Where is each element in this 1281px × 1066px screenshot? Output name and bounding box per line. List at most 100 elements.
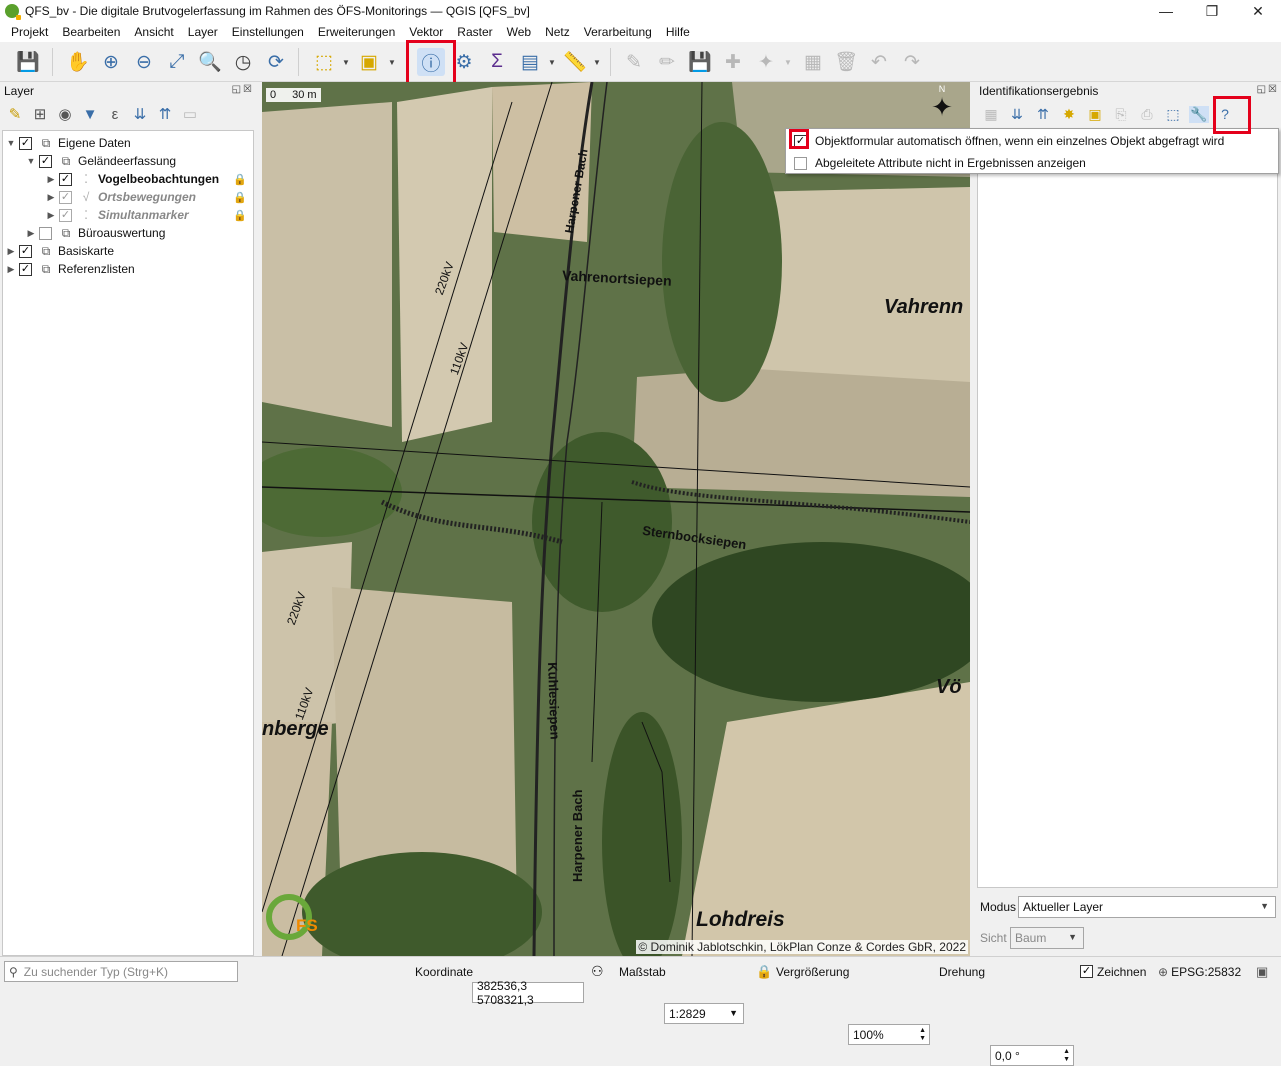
menu-item-hide-derived[interactable]: Abgeleitete Attribute nicht in Ergebniss… — [794, 153, 1086, 173]
layer-checkbox[interactable]: ✓ — [39, 154, 52, 168]
help-icon[interactable]: ? — [1215, 106, 1235, 122]
menu-netz[interactable]: Netz — [538, 25, 577, 39]
mode-select[interactable]: Aktueller Layer ▼ — [1018, 896, 1276, 918]
add-group-icon[interactable]: ⊞ — [31, 105, 49, 123]
layer-checkbox[interactable]: ✓ — [19, 262, 32, 276]
temporal-icon[interactable]: ◷ — [229, 48, 257, 76]
menu-web[interactable]: Web — [500, 25, 538, 39]
menu-ansicht[interactable]: Ansicht — [127, 25, 180, 39]
chevron-down-icon[interactable]: ▼ — [388, 58, 396, 67]
render-toggle[interactable]: ✓ Zeichnen — [1080, 961, 1146, 982]
layer-row-simultanmarker[interactable]: ▶ ✓ ⁚ Simultanmarker 🔒 — [45, 206, 253, 224]
zoom-full-icon[interactable]: ⤢ — [163, 48, 191, 76]
menu-item-auto-open-form[interactable]: ✓ Objektformular automatisch öffnen, wen… — [794, 131, 1224, 151]
coordinate-field[interactable]: 382536,3 5708321,3 — [472, 979, 584, 1007]
minimize-button[interactable]: — — [1143, 0, 1189, 22]
layer-row-referenzlisten[interactable]: ▶ ✓ ⧉ Referenzlisten — [5, 260, 135, 278]
scale-combobox[interactable]: 1:2829 ▼ — [664, 1003, 744, 1024]
spinner-arrows-icon[interactable]: ▲ ▼ — [1063, 1048, 1070, 1064]
layer-checkbox[interactable]: ✓ — [59, 190, 72, 204]
expand-arrow-icon[interactable]: ▶ — [5, 246, 17, 257]
expand-arrow-icon[interactable]: ▼ — [25, 156, 37, 166]
select-features-icon[interactable]: ⬚ — [310, 48, 338, 76]
panel-float-close-icon[interactable]: ◱☒ — [1257, 84, 1279, 95]
clear-results-icon[interactable]: ▣ — [1085, 106, 1105, 123]
modify-attributes-icon[interactable]: ▦ — [799, 48, 827, 76]
menu-projekt[interactable]: Projekt — [4, 25, 55, 39]
panel-float-close-icon[interactable]: ◱☒ — [232, 84, 254, 95]
print-icon[interactable]: ⎙ — [1137, 106, 1157, 123]
zoom-in-icon[interactable]: ⊕ — [97, 48, 125, 76]
layer-row-gelaendeerfassung[interactable]: ▼ ✓ ⧉ Geländeerfassung — [25, 152, 177, 170]
render-checkbox[interactable]: ✓ — [1080, 965, 1093, 978]
rotation-spinbox[interactable]: 0,0 ° ▲ ▼ — [990, 1045, 1074, 1066]
auto-open-form-checkbox[interactable]: ✓ — [794, 134, 807, 148]
action-gear-icon[interactable]: ⚙ — [450, 48, 478, 76]
deselect-icon[interactable]: ▣ — [355, 48, 383, 76]
layer-row-ortsbewegungen[interactable]: ▶ ✓ √ Ortsbewegungen 🔒 — [45, 188, 253, 206]
expand-arrow-icon[interactable]: ▶ — [25, 228, 37, 239]
settings-wrench-icon[interactable]: 🔧 — [1189, 105, 1209, 123]
identify-results-tree[interactable] — [977, 128, 1278, 888]
identify-features-icon[interactable]: ⓘ — [417, 48, 445, 76]
crs-button[interactable]: ⊕ EPSG:25832 — [1158, 961, 1241, 982]
layer-row-eigene-daten[interactable]: ▼ ✓ ⧉ Eigene Daten — [5, 134, 131, 152]
view-select[interactable]: Baum ▼ — [1010, 927, 1084, 949]
menu-raster[interactable]: Raster — [450, 25, 499, 39]
chevron-down-icon[interactable]: ▼ — [784, 58, 792, 67]
save-project-icon[interactable]: 💾 — [14, 48, 42, 76]
expand-arrow-icon[interactable]: ▼ — [5, 138, 17, 148]
expand-arrow-icon[interactable]: ▶ — [45, 174, 57, 185]
add-feature-icon[interactable]: ✚ — [719, 48, 747, 76]
layer-checkbox[interactable] — [39, 226, 52, 240]
expand-new-icon[interactable]: ✸ — [1059, 106, 1079, 123]
filter-icon[interactable]: ▼ — [81, 106, 99, 123]
menu-vektor[interactable]: Vektor — [402, 25, 450, 39]
expression-filter-icon[interactable]: ε — [106, 106, 124, 123]
zoom-layer-icon[interactable]: 🔍 — [196, 48, 224, 76]
undo-icon[interactable]: ↶ — [865, 48, 893, 76]
expand-arrow-icon[interactable]: ▶ — [45, 210, 57, 221]
hide-derived-checkbox[interactable] — [794, 156, 807, 170]
chevron-down-icon[interactable]: ▼ — [548, 58, 556, 67]
menu-einstellungen[interactable]: Einstellungen — [225, 25, 311, 39]
chevron-down-icon[interactable]: ▼ — [593, 58, 601, 67]
menu-verarbeitung[interactable]: Verarbeitung — [577, 25, 659, 39]
vertex-tool-icon[interactable]: ✦ — [752, 48, 780, 76]
menu-hilfe[interactable]: Hilfe — [659, 25, 697, 39]
expand-arrow-icon[interactable]: ▶ — [5, 264, 17, 275]
style-brush-icon[interactable]: ✎ — [6, 105, 24, 123]
attribute-table-icon[interactable]: ▤ — [516, 48, 544, 76]
restore-button[interactable]: ❐ — [1189, 0, 1235, 22]
layer-row-vogelbeobachtungen[interactable]: ▶ ✓ ⁚ Vogelbeobachtungen 🔒 — [45, 170, 253, 188]
layer-checkbox[interactable]: ✓ — [59, 172, 72, 186]
refresh-icon[interactable]: ⟳ — [262, 48, 290, 76]
expand-arrow-icon[interactable]: ▶ — [45, 192, 57, 203]
map-canvas[interactable]: 0 30 m N ✦ Vahrenortsiepen Vahrenn Stern… — [262, 82, 970, 956]
messages-icon[interactable]: ▣ — [1256, 961, 1268, 982]
collapse-all-icon[interactable]: ⇈ — [156, 105, 174, 123]
layer-checkbox[interactable]: ✓ — [19, 244, 32, 258]
layer-row-basiskarte[interactable]: ▶ ✓ ⧉ Basiskarte — [5, 242, 115, 260]
expand-icon[interactable]: ▦ — [981, 106, 1001, 123]
coordinate-toggle-icon[interactable]: ⚇ — [591, 961, 604, 982]
magnifier-spinbox[interactable]: 100% ▲ ▼ — [848, 1024, 930, 1045]
layer-checkbox[interactable]: ✓ — [59, 208, 72, 222]
menu-layer[interactable]: Layer — [181, 25, 225, 39]
collapse-tree-icon[interactable]: ⇈ — [1033, 106, 1053, 123]
menu-erweiterungen[interactable]: Erweiterungen — [311, 25, 402, 39]
expand-all-icon[interactable]: ⇊ — [131, 105, 149, 123]
redo-icon[interactable]: ↷ — [898, 48, 926, 76]
layer-row-bueroauswertung[interactable]: ▶ ⧉ Büroauswertung — [25, 224, 166, 242]
layer-checkbox[interactable]: ✓ — [19, 136, 32, 150]
copy-icon[interactable]: ⎘ — [1111, 106, 1131, 123]
measure-icon[interactable]: 📏 — [561, 48, 589, 76]
save-edits-icon[interactable]: 💾 — [686, 48, 714, 76]
select-mode-icon[interactable]: ⬚ — [1163, 106, 1183, 123]
lock-scale-icon[interactable]: 🔒 — [756, 961, 772, 982]
expand-tree-icon[interactable]: ⇊ — [1007, 106, 1027, 123]
edit-pencil-icon[interactable]: ✎ — [620, 48, 648, 76]
pan-icon[interactable]: ✋ — [64, 48, 92, 76]
zoom-out-icon[interactable]: ⊖ — [130, 48, 158, 76]
remove-layer-icon[interactable]: ▭ — [181, 105, 199, 123]
